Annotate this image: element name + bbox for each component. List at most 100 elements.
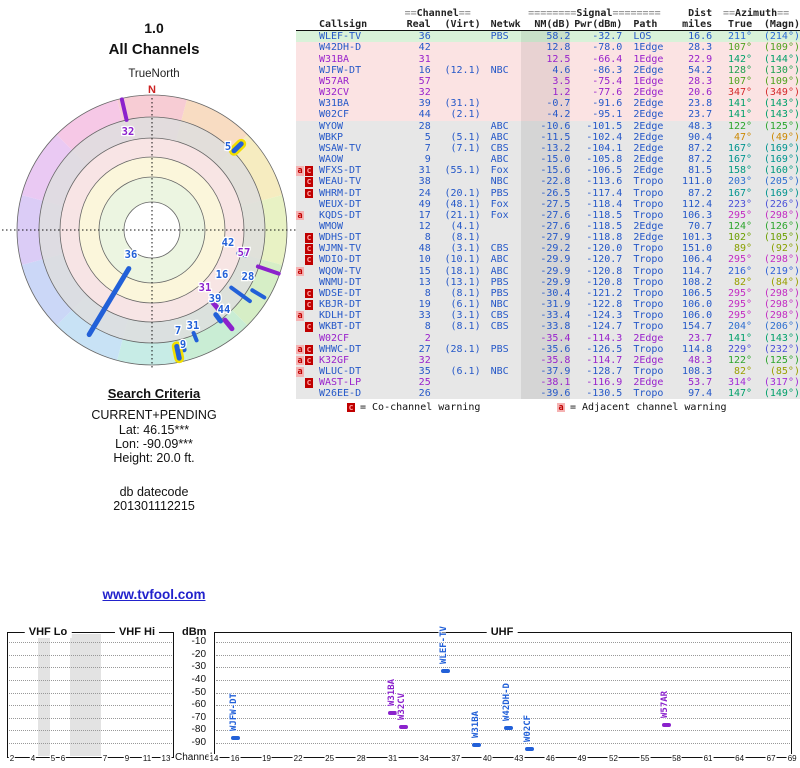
- cell: -29.9: [520, 254, 571, 266]
- cell: -38.1: [520, 377, 571, 389]
- y-axis-label: -20: [191, 648, 206, 660]
- cell: -32.7: [592, 31, 623, 43]
- cell: 31: [418, 165, 431, 177]
- cell: -113.6: [586, 176, 623, 188]
- gridline: [9, 692, 172, 694]
- warning-legend: c = Co-channel warning a = Adjacent chan…: [0, 402, 800, 414]
- cell: KQDS-DT: [318, 209, 362, 221]
- azimuth-cell: (126°): [763, 220, 800, 232]
- gridline: [216, 654, 790, 656]
- cell: 2Edge: [633, 109, 664, 121]
- cell: 48.3: [688, 354, 713, 366]
- azimuth-cell: (214°): [763, 31, 800, 43]
- tvfool-link[interactable]: www.tvfool.com: [0, 587, 308, 602]
- channel-marker-label: 44: [218, 304, 231, 316]
- cell: PBS: [490, 187, 509, 199]
- cell: 48.3: [688, 120, 713, 132]
- cell: 2Edge: [633, 87, 664, 99]
- cell: [481, 87, 521, 98]
- cell: 87.2: [688, 142, 713, 154]
- azimuth-cell: 347°: [727, 87, 753, 99]
- column-header: (Virt): [444, 19, 481, 31]
- cell: -102.4: [586, 131, 623, 143]
- cell: WFXS-DT: [318, 165, 362, 177]
- table-row: WEUX-DT 49 (48.1) Fox -27.5 -118.4 Tropo 112.4 2…: [296, 198, 800, 210]
- cell: -10.6: [520, 120, 571, 132]
- cell: -75.4: [592, 75, 623, 87]
- y-axis-label: -60: [191, 699, 206, 711]
- cell: 2Edge: [633, 220, 664, 232]
- cell: CBS: [490, 310, 509, 322]
- cell: 114.8: [682, 343, 713, 355]
- cell: [481, 388, 521, 399]
- cell: K32GF: [318, 354, 350, 366]
- azimuth-cell: 141°: [727, 109, 753, 121]
- co-channel-warning-icon: c: [305, 255, 313, 266]
- cell: (7.1): [450, 142, 481, 154]
- cell: -122.8: [586, 299, 623, 311]
- cell: [431, 76, 481, 87]
- station-marker-label: WLEF-TV: [439, 625, 450, 664]
- azimuth-cell: 216°: [727, 265, 753, 277]
- cell: -4.2: [520, 109, 571, 121]
- cell: 24: [418, 187, 431, 199]
- azimuth-cell: 102°: [727, 232, 753, 244]
- station-marker: [661, 722, 671, 727]
- azimuth-cell: 158°: [727, 165, 753, 177]
- cell: -106.5: [586, 165, 623, 177]
- cell: 108.2: [682, 276, 713, 288]
- azimuth-cell: (149°): [763, 388, 800, 400]
- cell: -114.3: [586, 332, 623, 344]
- cell: [481, 355, 521, 366]
- cell: -35.6: [520, 343, 571, 355]
- cell: -118.8: [586, 232, 623, 244]
- azimuth-cell: (298°): [763, 254, 800, 266]
- cell: (18.1): [444, 265, 481, 277]
- cell: 112.4: [682, 198, 713, 210]
- cell: (8.1): [450, 321, 481, 333]
- cell: W02CF: [318, 109, 350, 121]
- column-header: NM(dB): [534, 19, 571, 31]
- cell: WAST-LP: [318, 377, 362, 389]
- cell: 57: [418, 75, 431, 87]
- x-tick-label: 34: [418, 754, 430, 763]
- cell: WMOW: [318, 220, 344, 232]
- azimuth-cell: 141°: [727, 332, 753, 344]
- table-row: W31BA 39 (31.1) -0.7 -91.6 2Edge 23.8 141° (143°…: [296, 98, 800, 110]
- x-tick-label: 7: [101, 754, 109, 763]
- cell: 5: [424, 131, 431, 143]
- cell: (48.1): [444, 198, 481, 210]
- x-tick-label: 19: [261, 754, 272, 763]
- cell: 49: [418, 198, 431, 210]
- azimuth-cell: 107°: [727, 42, 753, 54]
- cell: [481, 54, 521, 65]
- cell: [481, 109, 521, 120]
- gridline: [9, 705, 172, 707]
- azimuth-cell: 122°: [727, 120, 753, 132]
- table-row: a c WHWC-DT 27 (28.1) PBS -35.6 -126.5 Tropo 114.…: [296, 343, 800, 355]
- cell: 2Edge: [633, 64, 664, 76]
- table-row: WNMU-DT 13 (13.1) PBS -29.9 -120.8 Tropo 108.2 8…: [296, 276, 800, 288]
- cell: [481, 76, 521, 87]
- table-row: c WAST-LP 25 -38.1 -116.9 2Edge 53.7 314° (317°): [296, 377, 800, 389]
- cell: [431, 87, 481, 98]
- cell: 2Edge: [633, 142, 664, 154]
- table-row: a c WFXS-DT 31 (55.1) Fox -15.6 -106.5 2Edge 81.5…: [296, 165, 800, 177]
- cell: WHWC-DT: [318, 343, 362, 355]
- cell: 53.7: [688, 377, 713, 389]
- table-row: c WDIO-DT 10 (10.1) ABC -29.9 -120.7 Tropo 106.4…: [296, 254, 800, 266]
- co-channel-warning-icon: c: [305, 166, 313, 177]
- cell: Tropo: [633, 198, 664, 210]
- cell: -37.9: [520, 366, 571, 378]
- cell: 106.3: [682, 209, 713, 221]
- cell: [481, 221, 521, 232]
- gridline: [216, 667, 790, 669]
- cell: 87.2: [688, 187, 713, 199]
- cell: [431, 154, 481, 165]
- cell: 1Edge: [633, 53, 664, 65]
- cell: 7: [424, 142, 431, 154]
- cell: (8.1): [450, 287, 481, 299]
- azimuth-cell: (298°): [763, 310, 800, 322]
- cell: W31BA: [318, 98, 350, 110]
- cell: -26.5: [520, 187, 571, 199]
